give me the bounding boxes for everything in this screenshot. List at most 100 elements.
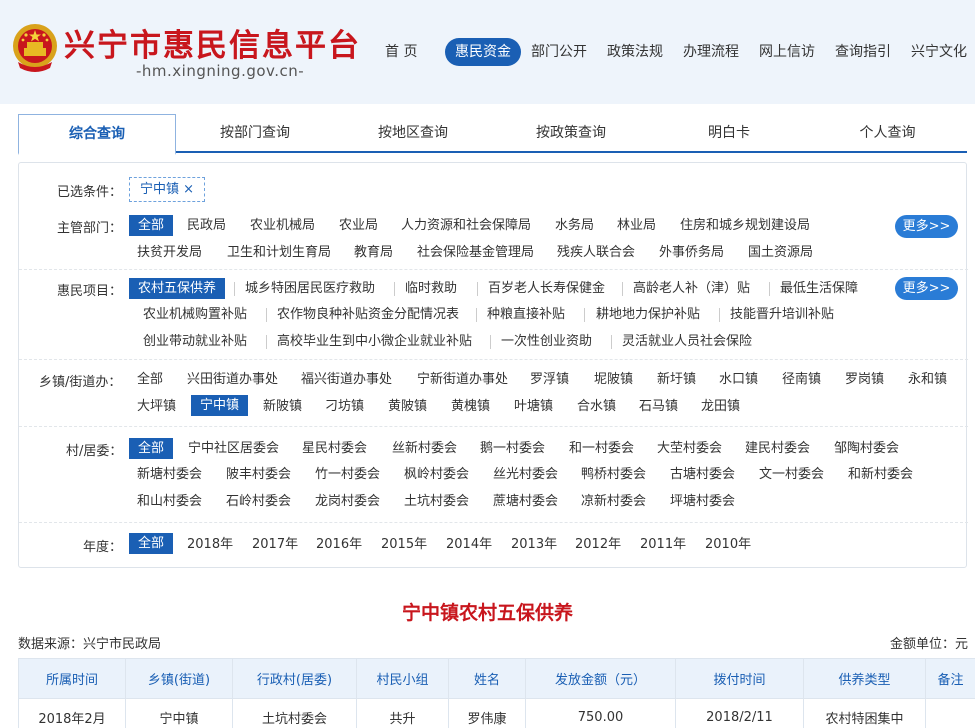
- village-option[interactable]: 石岭村委会: [226, 491, 291, 512]
- tab-mingbai-card[interactable]: 明白卡: [650, 114, 808, 153]
- project-option[interactable]: 耕地地力保护补贴: [596, 304, 700, 325]
- dept-option[interactable]: 卫生和计划生育局: [227, 242, 331, 263]
- nav-process[interactable]: 办理流程: [683, 38, 739, 66]
- town-option[interactable]: 兴田街道办事处: [187, 369, 278, 390]
- dept-option[interactable]: 扶贫开发局: [137, 242, 202, 263]
- dept-option[interactable]: 农业局: [339, 215, 378, 236]
- nav-huimin-funds[interactable]: 惠民资金: [445, 38, 521, 66]
- village-option[interactable]: 土坑村委会: [404, 491, 469, 512]
- dept-option[interactable]: 社会保险基金管理局: [417, 242, 534, 263]
- village-option[interactable]: 竹一村委会: [315, 464, 380, 485]
- year-option[interactable]: 2013年: [511, 534, 557, 555]
- village-option[interactable]: 大茔村委会: [657, 438, 722, 459]
- dept-option[interactable]: 农业机械局: [250, 215, 315, 236]
- village-option[interactable]: 全部: [129, 438, 174, 459]
- project-option[interactable]: 创业带动就业补贴: [143, 331, 247, 352]
- year-option[interactable]: 2014年: [446, 534, 492, 555]
- village-option[interactable]: 枫岭村委会: [404, 464, 469, 485]
- town-option[interactable]: 合水镇: [577, 396, 616, 417]
- nav-dept-public[interactable]: 部门公开: [531, 38, 587, 66]
- project-option[interactable]: 高校毕业生到中小微企业就业补贴: [277, 331, 472, 352]
- year-option[interactable]: 2018年: [187, 534, 233, 555]
- town-option[interactable]: 石马镇: [639, 396, 678, 417]
- dept-option[interactable]: 国土资源局: [748, 242, 813, 263]
- year-option[interactable]: 2016年: [316, 534, 362, 555]
- dept-option[interactable]: 水务局: [555, 215, 594, 236]
- town-option[interactable]: 新圩镇: [657, 369, 696, 390]
- town-option[interactable]: 福兴街道办事处: [301, 369, 392, 390]
- village-option[interactable]: 丝光村委会: [493, 464, 558, 485]
- dept-option[interactable]: 民政局: [187, 215, 226, 236]
- dept-option[interactable]: 住房和城乡规划建设局: [680, 215, 810, 236]
- year-option[interactable]: 2017年: [252, 534, 298, 555]
- dept-option[interactable]: 外事侨务局: [659, 242, 724, 263]
- project-option[interactable]: 城乡特困居民医疗救助: [245, 278, 375, 299]
- tab-combined-query[interactable]: 综合查询: [18, 114, 176, 155]
- nav-culture[interactable]: 兴宁文化: [911, 38, 967, 66]
- nav-policy[interactable]: 政策法规: [607, 38, 663, 66]
- village-option[interactable]: 和新村委会: [848, 464, 913, 485]
- village-option[interactable]: 新塘村委会: [137, 464, 202, 485]
- town-option[interactable]: 坭陂镇: [594, 369, 633, 390]
- dept-option[interactable]: 残疾人联合会: [557, 242, 635, 263]
- nav-petition[interactable]: 网上信访: [759, 38, 815, 66]
- village-option[interactable]: 古塘村委会: [670, 464, 735, 485]
- tab-by-region[interactable]: 按地区查询: [334, 114, 492, 153]
- town-option[interactable]: 罗浮镇: [530, 369, 569, 390]
- town-option[interactable]: 全部: [137, 369, 163, 390]
- tab-by-policy[interactable]: 按政策查询: [492, 114, 650, 153]
- project-more-button[interactable]: 更多>>: [895, 277, 958, 300]
- dept-option[interactable]: 人力资源和社会保障局: [401, 215, 531, 236]
- village-option[interactable]: 鸭桥村委会: [581, 464, 646, 485]
- dept-option[interactable]: 林业局: [617, 215, 656, 236]
- town-option[interactable]: 叶塘镇: [514, 396, 553, 417]
- village-option[interactable]: 凉新村委会: [581, 491, 646, 512]
- nav-guide[interactable]: 查询指引: [835, 38, 891, 66]
- village-option[interactable]: 龙岗村委会: [315, 491, 380, 512]
- year-option[interactable]: 2015年: [381, 534, 427, 555]
- project-option[interactable]: 农村五保供养: [129, 278, 226, 299]
- selected-condition-chip[interactable]: 宁中镇 ×: [129, 177, 206, 202]
- village-option[interactable]: 鹅一村委会: [480, 438, 545, 459]
- town-option[interactable]: 径南镇: [782, 369, 821, 390]
- dept-more-button[interactable]: 更多>>: [895, 215, 958, 238]
- dept-option[interactable]: 全部: [129, 215, 174, 236]
- village-option[interactable]: 邹陶村委会: [834, 438, 899, 459]
- year-option[interactable]: 2012年: [575, 534, 621, 555]
- village-option[interactable]: 陂丰村委会: [226, 464, 291, 485]
- project-option[interactable]: 种粮直接补贴: [487, 304, 565, 325]
- town-option[interactable]: 刁坊镇: [325, 396, 364, 417]
- town-option[interactable]: 罗岗镇: [845, 369, 884, 390]
- town-option[interactable]: 黄陂镇: [388, 396, 427, 417]
- project-option[interactable]: 高龄老人补（津）贴: [633, 278, 750, 299]
- village-option[interactable]: 文一村委会: [759, 464, 824, 485]
- village-option[interactable]: 和一村委会: [569, 438, 634, 459]
- project-option[interactable]: 灵活就业人员社会保险: [622, 331, 752, 352]
- project-option[interactable]: 最低生活保障: [780, 278, 858, 299]
- village-option[interactable]: 星民村委会: [302, 438, 367, 459]
- nav-home[interactable]: 首 页: [385, 38, 417, 66]
- project-option[interactable]: 百岁老人长寿保健金: [488, 278, 605, 299]
- tab-by-department[interactable]: 按部门查询: [176, 114, 334, 153]
- dept-option[interactable]: 教育局: [354, 242, 393, 263]
- year-option[interactable]: 2010年: [705, 534, 751, 555]
- town-option[interactable]: 黄槐镇: [451, 396, 490, 417]
- village-option[interactable]: 建民村委会: [745, 438, 810, 459]
- town-option[interactable]: 宁中镇: [191, 395, 249, 416]
- year-option[interactable]: 全部: [129, 533, 174, 554]
- town-option[interactable]: 水口镇: [719, 369, 758, 390]
- project-option[interactable]: 农业机械购置补贴: [143, 304, 247, 325]
- town-option[interactable]: 大坪镇: [137, 396, 176, 417]
- town-option[interactable]: 宁新街道办事处: [417, 369, 508, 390]
- village-option[interactable]: 丝新村委会: [392, 438, 457, 459]
- town-option[interactable]: 龙田镇: [701, 396, 740, 417]
- village-option[interactable]: 和山村委会: [137, 491, 202, 512]
- village-option[interactable]: 宁中社区居委会: [188, 438, 279, 459]
- village-option[interactable]: 坪塘村委会: [670, 491, 735, 512]
- town-option[interactable]: 永和镇: [908, 369, 947, 390]
- tab-personal-query[interactable]: 个人查询: [808, 114, 967, 153]
- project-option[interactable]: 临时救助: [405, 278, 457, 299]
- project-option[interactable]: 一次性创业资助: [501, 331, 592, 352]
- project-option[interactable]: 农作物良种补贴资金分配情况表: [277, 304, 459, 325]
- year-option[interactable]: 2011年: [640, 534, 686, 555]
